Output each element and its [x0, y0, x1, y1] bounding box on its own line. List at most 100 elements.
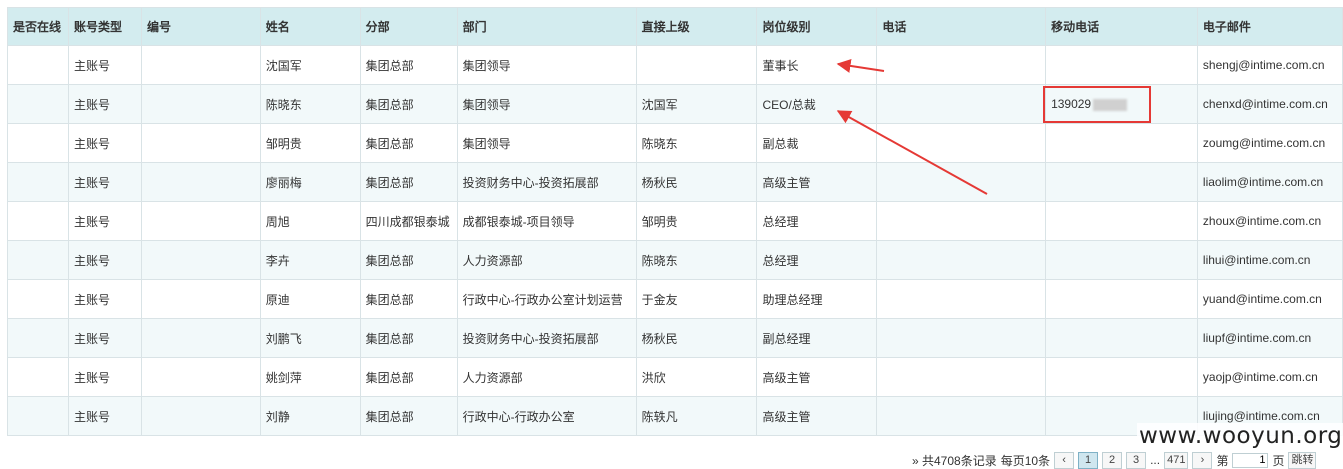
table-row[interactable]: 主账号 邹明贵 集团总部 集团领导 陈晓东 副总裁 zoumg@intime.com.cn: [7, 123, 1343, 163]
name-value: 原迪: [265, 292, 290, 307]
header-mobile[interactable]: 移动电话: [1045, 7, 1198, 46]
cell-email: zhoux@intime.com.cn: [1196, 201, 1343, 241]
position-level-value: CEO/总裁: [762, 97, 816, 112]
header-branch[interactable]: 分部: [359, 7, 458, 46]
department-value: 投资财务中心-投资拓展部: [462, 331, 599, 346]
cell-account-type: 主账号: [67, 279, 142, 319]
cell-online: [7, 318, 69, 358]
superior-value: 杨秋民: [641, 331, 678, 346]
cell-position-level: 副总经理: [756, 318, 878, 358]
cell-department: 集团领导: [456, 84, 637, 124]
cell-superior: 杨秋民: [635, 318, 758, 358]
cell-superior: 洪欣: [635, 357, 758, 397]
cell-number: [140, 396, 261, 436]
cell-online: [7, 396, 69, 436]
cell-mobile: [1045, 318, 1198, 358]
superior-value: 陈晓东: [641, 253, 678, 268]
department-value: 投资财务中心-投资拓展部: [462, 175, 599, 190]
cell-department: 集团领导: [456, 45, 637, 85]
email-value: liupf@intime.com.cn: [1202, 331, 1312, 345]
position-level-value: 高级主管: [762, 409, 811, 424]
cell-superior: 邹明贵: [635, 201, 758, 241]
department-value: 集团领导: [462, 136, 511, 151]
account-type-value: 主账号: [73, 58, 110, 73]
cell-branch: 集团总部: [359, 84, 458, 124]
cell-online: [7, 84, 69, 124]
cell-account-type: 主账号: [67, 240, 142, 280]
cell-email: yuand@intime.com.cn: [1196, 279, 1343, 319]
header-superior[interactable]: 直接上级: [635, 7, 758, 46]
cell-account-type: 主账号: [67, 318, 142, 358]
position-level-value: 副总裁: [762, 136, 799, 151]
cell-position-level: 副总裁: [756, 123, 878, 163]
branch-value: 集团总部: [365, 136, 414, 151]
superior-value: 陈晓东: [641, 136, 678, 151]
header-email[interactable]: 电子邮件: [1196, 7, 1343, 46]
table-row[interactable]: 主账号 原迪 集团总部 行政中心-行政办公室计划运营 于金友 助理总经理 yuand@int…: [7, 279, 1343, 319]
name-value: 陈晓东: [265, 97, 302, 112]
email-value: zhoux@intime.com.cn: [1202, 214, 1322, 228]
cell-department: 投资财务中心-投资拓展部: [456, 162, 637, 202]
branch-value: 集团总部: [365, 292, 414, 307]
table-row[interactable]: 主账号 姚剑萍 集团总部 人力资源部 洪欣 高级主管 yaojp@intime.com.cn: [7, 357, 1343, 397]
name-value: 刘鹏飞: [265, 331, 302, 346]
table-row[interactable]: 主账号 沈国军 集团总部 集团领导 董事长 shengj@intime.com.cn: [7, 45, 1343, 85]
cell-number: [140, 357, 261, 397]
superior-value: 邹明贵: [641, 214, 678, 229]
table-row[interactable]: 主账号 周旭 四川成都银泰城 成都银泰城-项目领导 邹明贵 总经理 zhoux@intime…: [7, 201, 1343, 241]
position-level-value: 副总经理: [762, 331, 811, 346]
cell-department: 人力资源部: [456, 357, 637, 397]
cell-phone: [876, 123, 1047, 163]
name-value: 周旭: [265, 214, 290, 229]
cell-branch: 集团总部: [359, 45, 458, 85]
cell-branch: 集团总部: [359, 123, 458, 163]
cell-department: 行政中心-行政办公室计划运营: [456, 279, 637, 319]
cell-department: 投资财务中心-投资拓展部: [456, 318, 637, 358]
goto-page-input[interactable]: [1232, 452, 1269, 468]
header-department[interactable]: 部门: [456, 7, 637, 46]
cell-online: [7, 201, 69, 241]
cell-account-type: 主账号: [67, 357, 142, 397]
branch-value: 集团总部: [365, 175, 414, 190]
header-name[interactable]: 姓名: [259, 7, 361, 46]
cell-online: [7, 240, 69, 280]
cell-account-type: 主账号: [67, 201, 142, 241]
table-row[interactable]: 主账号 李卉 集团总部 人力资源部 陈晓东 总经理 lihui@intime.com.cn: [7, 240, 1343, 280]
cell-position-level: 高级主管: [756, 162, 878, 202]
account-type-value: 主账号: [73, 331, 110, 346]
cell-phone: [876, 84, 1047, 124]
cell-branch: 四川成都银泰城: [359, 201, 458, 241]
cell-online: [7, 45, 69, 85]
name-value: 姚剑萍: [265, 370, 302, 385]
cell-account-type: 主账号: [67, 45, 142, 85]
table-row[interactable]: 主账号 廖丽梅 集团总部 投资财务中心-投资拓展部 杨秋民 高级主管 liaolim@int…: [7, 162, 1343, 202]
cell-name: 刘鹏飞: [259, 318, 361, 358]
cell-superior: 于金友: [635, 279, 758, 319]
cell-name: 陈晓东: [259, 84, 361, 124]
cell-department: 行政中心-行政办公室: [456, 396, 637, 436]
account-type-value: 主账号: [73, 214, 110, 229]
header-phone[interactable]: 电话: [876, 7, 1047, 46]
header-account-type[interactable]: 账号类型: [67, 7, 142, 46]
email-value: shengj@intime.com.cn: [1202, 58, 1325, 72]
header-position-level[interactable]: 岗位级别: [756, 7, 878, 46]
table-row[interactable]: 主账号 刘鹏飞 集团总部 投资财务中心-投资拓展部 杨秋民 副总经理 liupf@intim…: [7, 318, 1343, 358]
position-level-value: 总经理: [762, 253, 799, 268]
cell-email: zoumg@intime.com.cn: [1196, 123, 1343, 163]
cell-position-level: 高级主管: [756, 396, 878, 436]
branch-value: 集团总部: [365, 58, 414, 73]
branch-value: 集团总部: [365, 253, 414, 268]
mobile-highlight-box: [1043, 86, 1151, 123]
cell-mobile: [1045, 123, 1198, 163]
page-ellipsis: ...: [1150, 453, 1161, 467]
cell-phone: [876, 318, 1047, 358]
header-number[interactable]: 编号: [140, 7, 261, 46]
cell-number: [140, 201, 261, 241]
cell-email: shengj@intime.com.cn: [1196, 45, 1343, 85]
header-online[interactable]: 是否在线: [7, 7, 69, 46]
cell-mobile: [1045, 162, 1198, 202]
account-type-value: 主账号: [73, 175, 110, 190]
cell-mobile: [1045, 240, 1198, 280]
branch-value: 四川成都银泰城: [365, 214, 450, 229]
department-value: 集团领导: [462, 58, 511, 73]
